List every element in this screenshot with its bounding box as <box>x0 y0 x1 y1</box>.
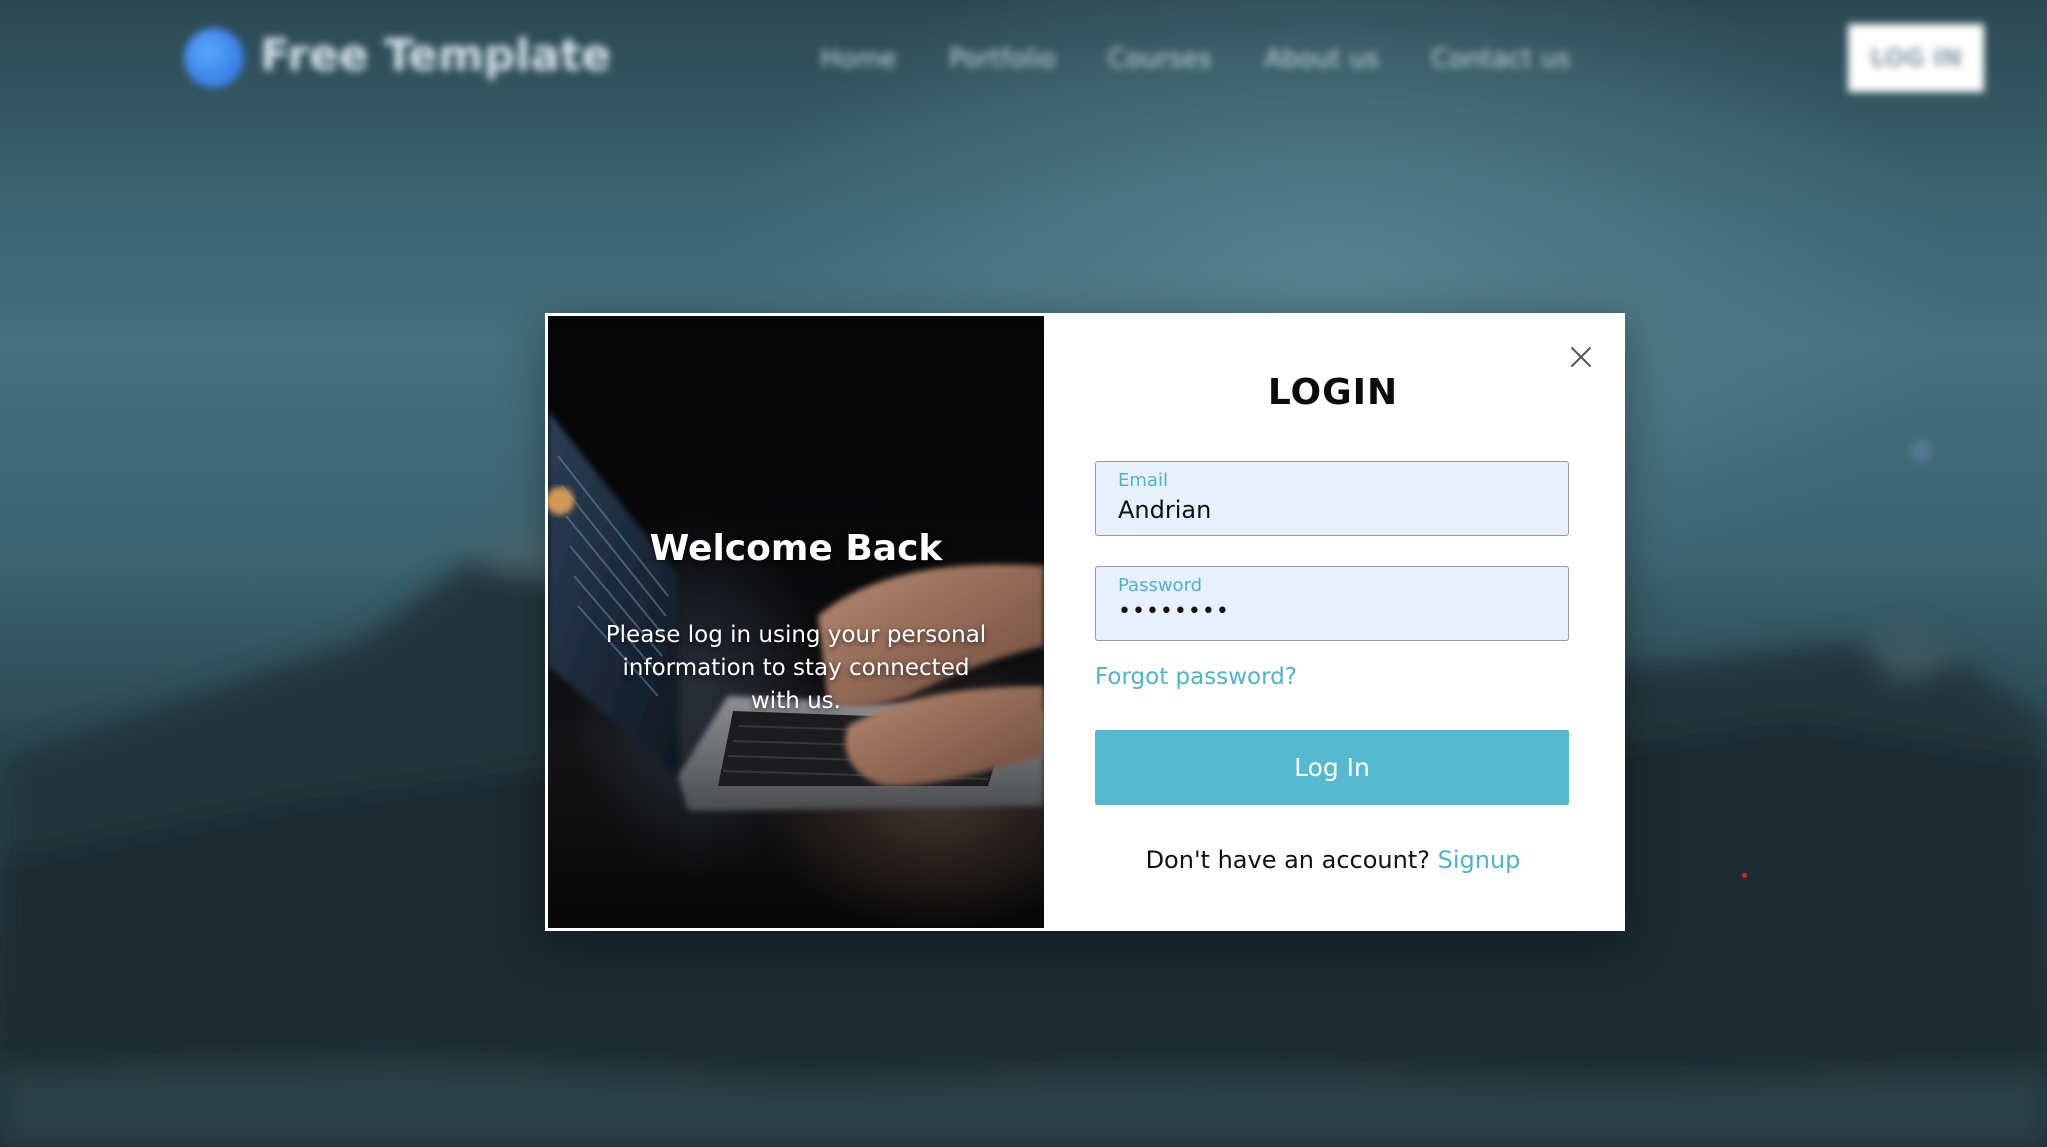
welcome-title: Welcome Back <box>649 528 943 569</box>
background-login-button: LOG IN <box>1848 24 1984 92</box>
modal-hero-image: Welcome Back Please log in using your pe… <box>548 316 1044 928</box>
background-glow <box>1910 440 1932 462</box>
login-modal: Welcome Back Please log in using your pe… <box>545 313 1625 931</box>
background-nav-menu: Home Portfolio Courses About us Contact … <box>820 44 1571 74</box>
email-label: Email <box>1118 470 1168 491</box>
close-button[interactable] <box>1566 342 1596 372</box>
email-field[interactable]: Email <box>1095 461 1569 536</box>
brand-logo-icon <box>184 28 244 88</box>
background-navbar: Free Template Home Portfolio Courses Abo… <box>0 0 2047 120</box>
close-icon <box>1571 347 1591 367</box>
login-submit-button[interactable]: Log In <box>1095 730 1569 805</box>
email-input[interactable] <box>1118 496 1548 524</box>
cursor-dot <box>1742 873 1747 878</box>
login-title: LOGIN <box>1267 372 1399 413</box>
signup-link[interactable]: Signup <box>1438 846 1521 874</box>
nav-item-home: Home <box>820 44 897 74</box>
nav-item-about: About us <box>1264 44 1380 74</box>
welcome-subtitle: Please log in using your personal inform… <box>605 622 987 714</box>
password-input[interactable]: •••••••• <box>1118 599 1548 624</box>
login-form-panel: LOGIN Email Password •••••••• Forgot pas… <box>1044 316 1622 928</box>
password-label: Password <box>1118 575 1203 596</box>
forgot-password-link[interactable]: Forgot password? <box>1095 664 1297 690</box>
nav-item-portfolio: Portfolio <box>948 44 1056 74</box>
password-field[interactable]: Password •••••••• <box>1095 566 1569 641</box>
signup-prompt-text: Don't have an account? <box>1145 846 1438 874</box>
signup-prompt-line: Don't have an account? Signup <box>1044 846 1622 874</box>
brand-name: Free Template <box>260 30 611 81</box>
nav-item-courses: Courses <box>1107 44 1213 74</box>
nav-item-contact: Contact us <box>1431 44 1571 74</box>
